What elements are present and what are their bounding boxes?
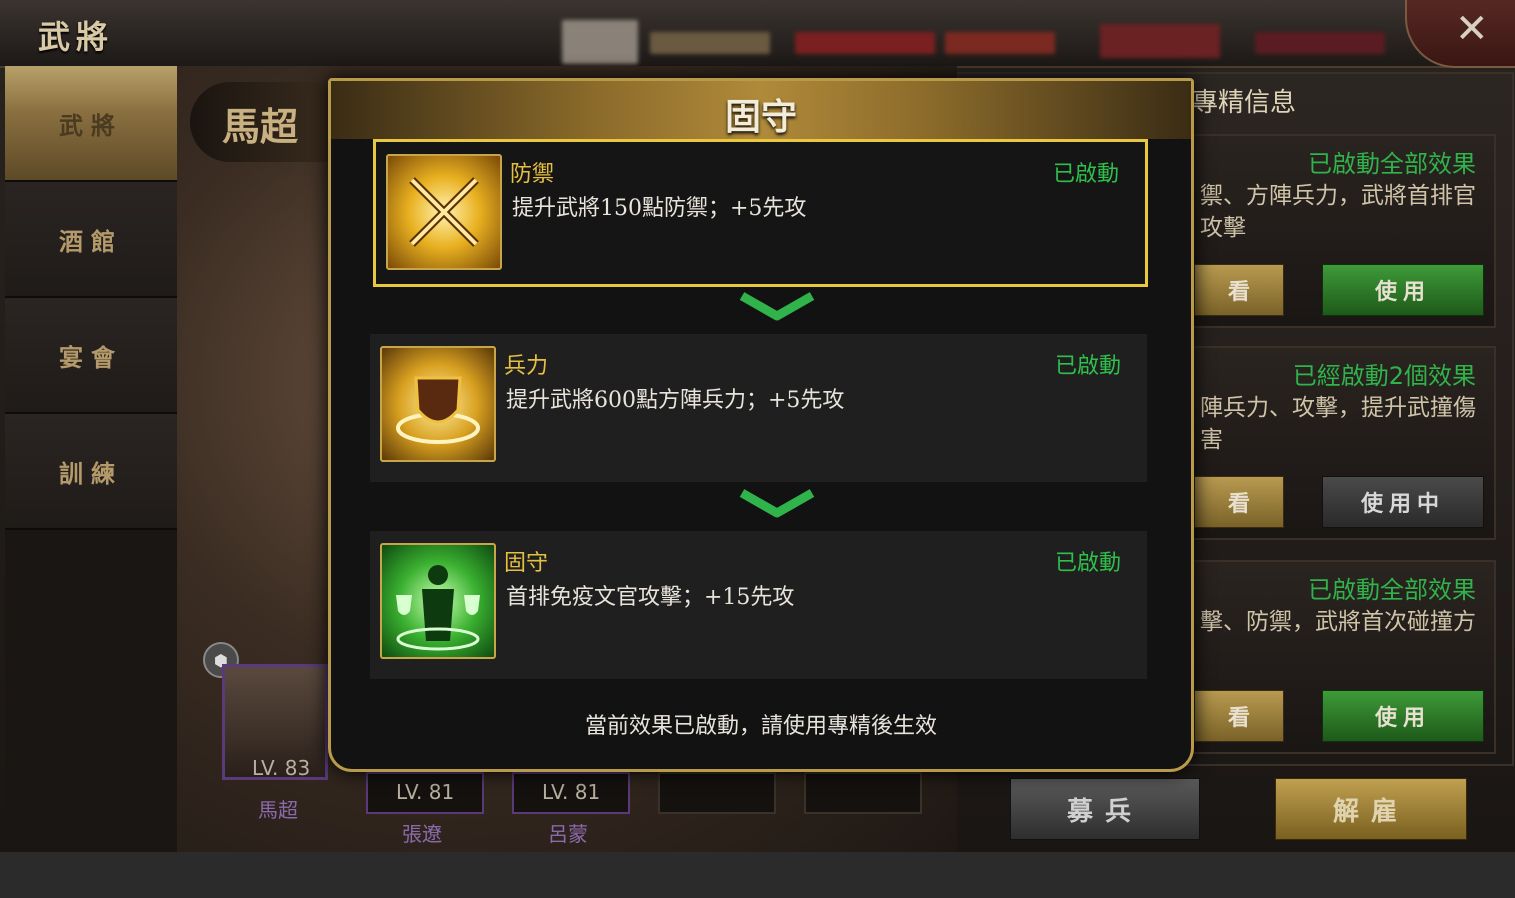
crossed-swords-icon [386, 154, 502, 270]
blurred-resource [562, 20, 638, 64]
effect-row[interactable]: 固守 首排免疫文官攻擊；+15先攻 已啟動 [370, 531, 1147, 679]
page-title: 武將 [38, 18, 115, 56]
side-nav: 武將 酒館 宴會 訓練 [5, 66, 177, 852]
guard-figure-icon [380, 543, 496, 659]
portrait-name: 呂蒙 [548, 822, 588, 846]
effect-name: 防禦 [510, 162, 555, 187]
chevron-down-icon [739, 489, 815, 518]
blurred-resource [795, 32, 935, 54]
specialty-panel-title: 專精信息 [1192, 88, 1297, 118]
view-button[interactable]: 看 [1194, 476, 1284, 528]
card-status: 已啟動全部效果 [1308, 576, 1476, 604]
specialty-card: 已啟動全部效果 禦、方陣兵力，武將首排官攻擊 看 使用 [1192, 134, 1496, 328]
empty-slot[interactable] [804, 772, 922, 814]
blurred-resource [945, 32, 1055, 54]
card-description: 擊、防禦，武將首次碰撞方 [1200, 609, 1476, 635]
nav-item-training[interactable]: 訓練 [5, 414, 177, 530]
card-status: 已經啟動2個效果 [1292, 362, 1476, 390]
card-description: 陣兵力、攻擊，提升武撞傷害 [1200, 395, 1476, 453]
portrait-name: 馬超 [258, 798, 298, 822]
portrait-name: 張遼 [402, 822, 442, 846]
portrait-level: LV. 81 [396, 780, 455, 804]
portrait-level: LV. 83 [252, 756, 311, 780]
effect-name: 兵力 [504, 354, 549, 379]
game-screen: 武將 ✕ 武將 酒館 宴會 訓練 馬超 ⬢ LV. 83 馬超 LV. 81 張… [0, 0, 1515, 852]
effect-row[interactable]: 兵力 提升武將600點方陣兵力；+5先攻 已啟動 [370, 334, 1147, 482]
close-icon[interactable]: ✕ [1455, 6, 1489, 52]
chevron-down-icon [739, 292, 815, 321]
shield-icon [380, 346, 496, 462]
card-status: 已啟動全部效果 [1308, 150, 1476, 178]
effect-name: 固守 [504, 551, 549, 576]
modal-title: 固守 [724, 97, 797, 138]
view-button[interactable]: 看 [1194, 264, 1284, 316]
in-use-button[interactable]: 使用中 [1322, 476, 1484, 528]
specialty-card: 已啟動全部效果 擊、防禦，武將首次碰撞方 看 使用 [1192, 560, 1496, 754]
specialty-card: 已經啟動2個效果 陣兵力、攻擊，提升武撞傷害 看 使用中 [1192, 346, 1496, 540]
bottom-strip [0, 852, 1515, 898]
general-name: 馬超 [222, 104, 299, 149]
blurred-resource [1100, 24, 1220, 58]
effect-description: 提升武將150點防禦；+5先攻 [512, 196, 807, 221]
blurred-resource [1255, 32, 1385, 54]
nav-item-banquet[interactable]: 宴會 [5, 298, 177, 414]
effect-row[interactable]: 防禦 提升武將150點防禦；+5先攻 已啟動 [373, 139, 1148, 287]
use-button[interactable]: 使用 [1322, 264, 1484, 316]
effect-description: 首排免疫文官攻擊；+15先攻 [506, 585, 795, 610]
effect-status: 已啟動 [1054, 551, 1121, 576]
effect-status: 已啟動 [1054, 354, 1121, 379]
portrait-level: LV. 81 [542, 780, 601, 804]
view-button[interactable]: 看 [1194, 690, 1284, 742]
blurred-resource [650, 32, 770, 54]
modal-note: 當前效果已啟動，請使用專精後生效 [584, 714, 937, 739]
effect-description: 提升武將600點方陣兵力；+5先攻 [506, 388, 845, 413]
use-button[interactable]: 使用 [1322, 690, 1484, 742]
empty-slot[interactable] [658, 772, 776, 814]
nav-item-tavern[interactable]: 酒館 [5, 182, 177, 298]
dismiss-button[interactable]: 解雇 [1275, 778, 1467, 840]
recruit-button[interactable]: 募兵 [1010, 778, 1200, 840]
effect-status: 已啟動 [1052, 162, 1119, 187]
card-description: 禦、方陣兵力，武將首排官攻擊 [1200, 183, 1476, 241]
nav-item-generals[interactable]: 武將 [5, 66, 177, 182]
